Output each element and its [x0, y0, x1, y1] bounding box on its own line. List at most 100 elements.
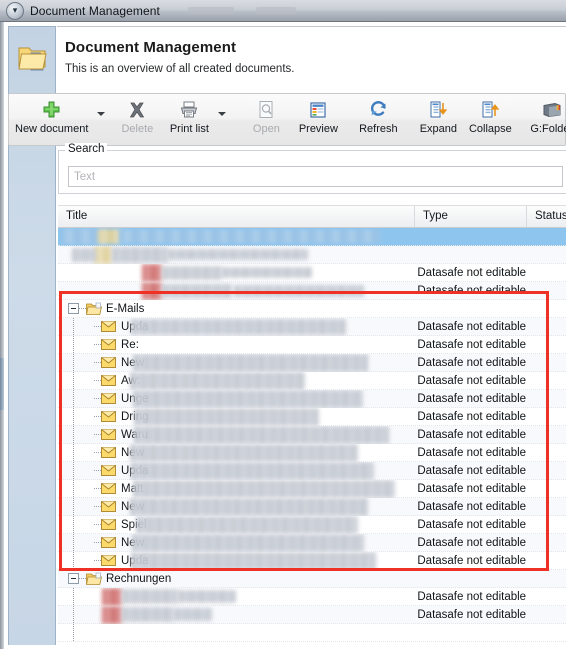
mail-subject: Re: [121, 338, 139, 351]
row-type-cell: Datasafe not editable [417, 320, 527, 333]
preview-icon [309, 98, 327, 121]
redaction-block [120, 229, 380, 243]
mail-icon [101, 429, 116, 440]
tree-expander[interactable] [68, 303, 79, 314]
table-row[interactable]: New Datasafe not editable [58, 353, 566, 372]
tree-connector [94, 344, 101, 345]
redaction-block [168, 248, 308, 260]
search-input[interactable] [68, 166, 563, 187]
table-row[interactable]: Datasafe not editable [58, 281, 566, 300]
row-type-cell: Datasafe not editable [417, 374, 527, 387]
row-title-cell [58, 623, 409, 642]
tree-connector [79, 308, 86, 309]
table-row[interactable]: Rechnungen [58, 570, 566, 588]
titlebar-redaction-1 [187, 7, 234, 14]
preview-button[interactable]: Preview [292, 94, 344, 145]
refresh-button[interactable]: Refresh [352, 94, 404, 145]
row-title-cell: Rechnungen [58, 570, 409, 588]
new-document-button[interactable]: New document [9, 94, 94, 145]
window-titlebar: ▾ Document Management [0, 0, 566, 22]
tree-connector [79, 578, 86, 579]
row-title-cell: Aw: [58, 371, 409, 390]
redaction-block [112, 246, 168, 263]
table-row[interactable]: New Datasafe not editable [58, 443, 566, 462]
table-row[interactable]: Spiel Datasafe not editable [58, 515, 566, 534]
gfolder-button[interactable]: G:Folder [524, 94, 566, 145]
table-row[interactable]: Datasafe not editable [58, 605, 566, 624]
tree-connector [94, 542, 101, 543]
table-row[interactable]: New Datasafe not editable [58, 533, 566, 552]
collapse-tree-icon [481, 98, 500, 121]
redaction-block [98, 228, 120, 244]
table-row[interactable]: Upda Datasafe not editable [58, 461, 566, 480]
mail-icon [101, 519, 116, 530]
redaction-block [102, 587, 122, 606]
row-title-cell: Unge [58, 389, 409, 408]
table-row[interactable]: Re: Datasafe not editable [58, 335, 566, 354]
column-header-type[interactable]: Type [415, 206, 527, 227]
titlebar-redaction-2 [255, 7, 296, 14]
redaction-block [122, 588, 178, 604]
table-row[interactable]: New Datasafe not editable [58, 497, 566, 516]
new-document-dropdown[interactable] [94, 94, 111, 145]
redaction-block [133, 353, 368, 372]
row-title-cell: Spiel [58, 515, 409, 534]
collapse-button[interactable]: Collapse [464, 94, 516, 145]
table-row[interactable] [58, 245, 566, 264]
refresh-label: Refresh [359, 123, 398, 135]
mail-icon [101, 339, 116, 350]
window-left-accent [0, 358, 4, 410]
toolbar: New document Delete Print list Open Prev… [8, 93, 566, 146]
app-window: ▾ Document Management Document Managemen… [0, 0, 566, 649]
tree-connector [94, 434, 101, 435]
row-title-cell: Dring [58, 407, 409, 426]
print-list-button[interactable]: Print list [163, 94, 215, 145]
row-title-cell: Waru [58, 425, 409, 444]
redaction-block [94, 245, 112, 264]
column-header-status[interactable]: Status [527, 206, 566, 227]
toolbar-group-gfolder: G:Folder [524, 94, 566, 145]
table-row[interactable]: Upda Datasafe not editable [58, 551, 566, 570]
redaction-block [136, 515, 358, 534]
table-row[interactable]: Waru Datasafe not editable [58, 425, 566, 444]
delete-button[interactable]: Delete [111, 94, 163, 145]
row-title-cell [58, 245, 409, 264]
print-list-label: Print list [169, 123, 209, 135]
row-title-cell [58, 605, 409, 624]
tree-connector [94, 488, 101, 489]
redaction-block [130, 443, 358, 462]
table-row[interactable]: Dring Datasafe not editable [58, 407, 566, 426]
row-title-cell: E-Mails [58, 300, 409, 318]
table-row[interactable]: Datasafe not editable [58, 587, 566, 606]
table-row[interactable]: Upda Datasafe not editable [58, 317, 566, 336]
tree-expander[interactable] [68, 573, 79, 584]
mail-icon [101, 393, 116, 404]
tree-connector [94, 524, 101, 525]
table-row[interactable]: E-Mails [58, 300, 566, 318]
search-group: Search [58, 143, 566, 194]
back-chevron-icon[interactable]: ▾ [6, 1, 24, 20]
redaction-block [162, 265, 222, 280]
tree-connector [94, 560, 101, 561]
mail-icon [101, 465, 116, 476]
table-row[interactable] [58, 228, 566, 246]
table-row[interactable]: Datasafe not editable [58, 263, 566, 282]
print-list-dropdown[interactable] [215, 94, 232, 145]
column-header-title[interactable]: Title [58, 206, 415, 227]
mail-icon [101, 375, 116, 386]
tree-connector [94, 398, 101, 399]
table-row[interactable]: Aw: Datasafe not editable [58, 371, 566, 390]
row-title-cell [58, 587, 409, 606]
row-type-cell: Datasafe not editable [417, 608, 527, 621]
redaction-block [174, 607, 212, 621]
expand-button[interactable]: Expand [412, 94, 464, 145]
folder-book-icon [542, 98, 562, 121]
tree-connector [94, 380, 101, 381]
open-button[interactable]: Open [240, 94, 292, 145]
table-row[interactable]: Matt Datasafe not editable [58, 479, 566, 498]
table-row[interactable]: Unge Datasafe not editable [58, 389, 566, 408]
row-title-cell [58, 281, 409, 300]
open-label: Open [252, 123, 280, 135]
mail-icon [101, 357, 116, 368]
table-row[interactable] [58, 623, 566, 642]
